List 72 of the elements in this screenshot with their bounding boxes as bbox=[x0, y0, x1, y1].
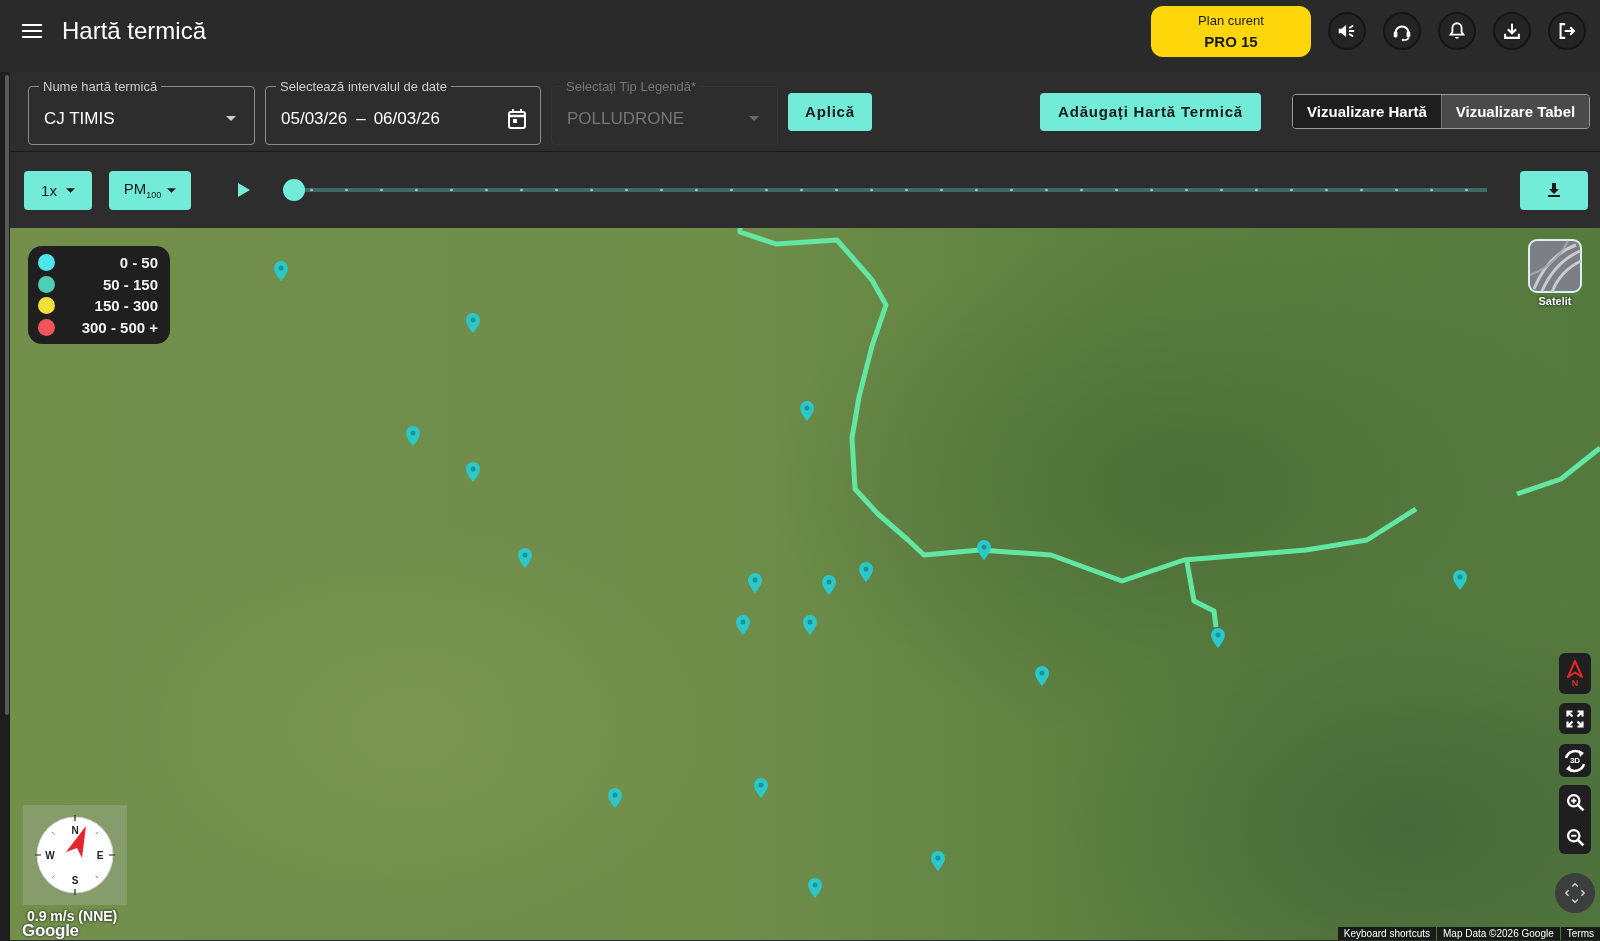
legend-range: 300 - 500 + bbox=[81, 318, 158, 336]
tilt-3d-button[interactable]: 3D bbox=[1559, 744, 1591, 777]
location-pin-icon[interactable] bbox=[931, 851, 945, 871]
map-type-button[interactable]: Satelit bbox=[1528, 239, 1582, 307]
location-pin-icon[interactable] bbox=[466, 313, 480, 333]
location-pin-icon[interactable] bbox=[977, 540, 991, 560]
location-pin-icon[interactable] bbox=[466, 462, 480, 482]
caret-down-icon bbox=[65, 187, 75, 193]
menu-icon[interactable] bbox=[22, 24, 42, 38]
zoom-out-button[interactable] bbox=[1559, 820, 1591, 854]
wind-speed-reading: 0.9 m/s (NNE) bbox=[27, 908, 118, 924]
location-pin-icon[interactable] bbox=[754, 778, 768, 798]
location-pin-icon[interactable] bbox=[808, 878, 822, 898]
support-button[interactable] bbox=[1383, 12, 1421, 50]
download-icon bbox=[1548, 183, 1560, 197]
compass-letter: S bbox=[71, 874, 79, 886]
announcements-button[interactable] bbox=[1328, 12, 1366, 50]
page-title: Hartă termică bbox=[62, 17, 207, 45]
location-pin-icon[interactable] bbox=[736, 615, 750, 635]
apply-button[interactable]: Aplică bbox=[788, 92, 872, 131]
pan-control[interactable] bbox=[1555, 873, 1595, 913]
view-toggle-button[interactable]: Vizualizare Tabel bbox=[1441, 95, 1589, 128]
slider-thumb[interactable] bbox=[283, 179, 305, 201]
rotate-arrows-icon bbox=[1562, 747, 1588, 774]
fullscreen-icon bbox=[1565, 708, 1585, 729]
location-pin-icon[interactable] bbox=[274, 261, 288, 281]
bell-icon bbox=[1446, 20, 1468, 42]
location-pin-icon[interactable] bbox=[748, 573, 762, 593]
speed-dropdown[interactable]: 1x bbox=[24, 170, 92, 210]
north-arrow-icon bbox=[1567, 659, 1583, 678]
legend-range: 150 - 300 bbox=[94, 297, 158, 315]
zoom-in-icon bbox=[1564, 792, 1586, 813]
location-pin-icon[interactable] bbox=[803, 615, 817, 635]
location-pin-icon[interactable] bbox=[518, 548, 532, 568]
zoom-out-icon bbox=[1564, 826, 1586, 848]
play-icon[interactable] bbox=[238, 183, 250, 197]
four-way-arrows-icon bbox=[1564, 882, 1586, 904]
scrollbar[interactable] bbox=[5, 75, 9, 715]
logout-button[interactable] bbox=[1548, 12, 1586, 50]
calendar-icon bbox=[508, 108, 526, 129]
download-button[interactable] bbox=[1493, 12, 1531, 50]
attribution-link[interactable]: Terms bbox=[1560, 927, 1600, 940]
location-pin-icon[interactable] bbox=[1453, 570, 1467, 590]
caret-down-icon bbox=[226, 116, 236, 121]
location-pin-icon[interactable] bbox=[822, 575, 836, 595]
location-pin-icon[interactable] bbox=[800, 401, 814, 421]
add-heatmap-button[interactable]: Adăugați Hartă Termică bbox=[1040, 92, 1261, 131]
caret-down-icon bbox=[167, 187, 177, 193]
legend-range: 50 - 150 bbox=[102, 275, 158, 293]
compass-letter: N bbox=[71, 824, 79, 836]
compass-letter: E bbox=[96, 849, 104, 861]
legend-range: 0 - 50 bbox=[119, 254, 158, 272]
location-pin-icon[interactable] bbox=[1035, 666, 1049, 686]
zoom-in-button[interactable] bbox=[1559, 785, 1591, 820]
location-pin-icon[interactable] bbox=[406, 426, 420, 446]
location-pin-icon[interactable] bbox=[1211, 628, 1225, 648]
view-toggle-button[interactable]: Vizualizare Hartă bbox=[1293, 95, 1441, 128]
wind-arrow-icon bbox=[66, 826, 86, 858]
map-provider-logo: Google bbox=[22, 921, 79, 940]
north-button[interactable]: N bbox=[1559, 653, 1591, 694]
caret-down-icon bbox=[749, 116, 759, 121]
current-plan-button[interactable]: Plan curent PRO 15 bbox=[1151, 5, 1311, 57]
location-pin-icon[interactable] bbox=[859, 562, 873, 582]
map-thumbnail-icon bbox=[1528, 239, 1582, 293]
attribution-link[interactable]: Map Data ©2026 Google bbox=[1437, 927, 1560, 940]
attribution-link[interactable]: Keyboard shortcuts bbox=[1337, 927, 1436, 940]
pollutant-dropdown[interactable]: PM$_{100}$ bbox=[109, 170, 191, 210]
location-pin-icon[interactable] bbox=[608, 788, 622, 808]
export-button[interactable] bbox=[1520, 170, 1588, 210]
compass-letter: W bbox=[45, 849, 55, 861]
notifications-button[interactable] bbox=[1438, 12, 1476, 50]
fullscreen-button[interactable] bbox=[1559, 703, 1591, 734]
